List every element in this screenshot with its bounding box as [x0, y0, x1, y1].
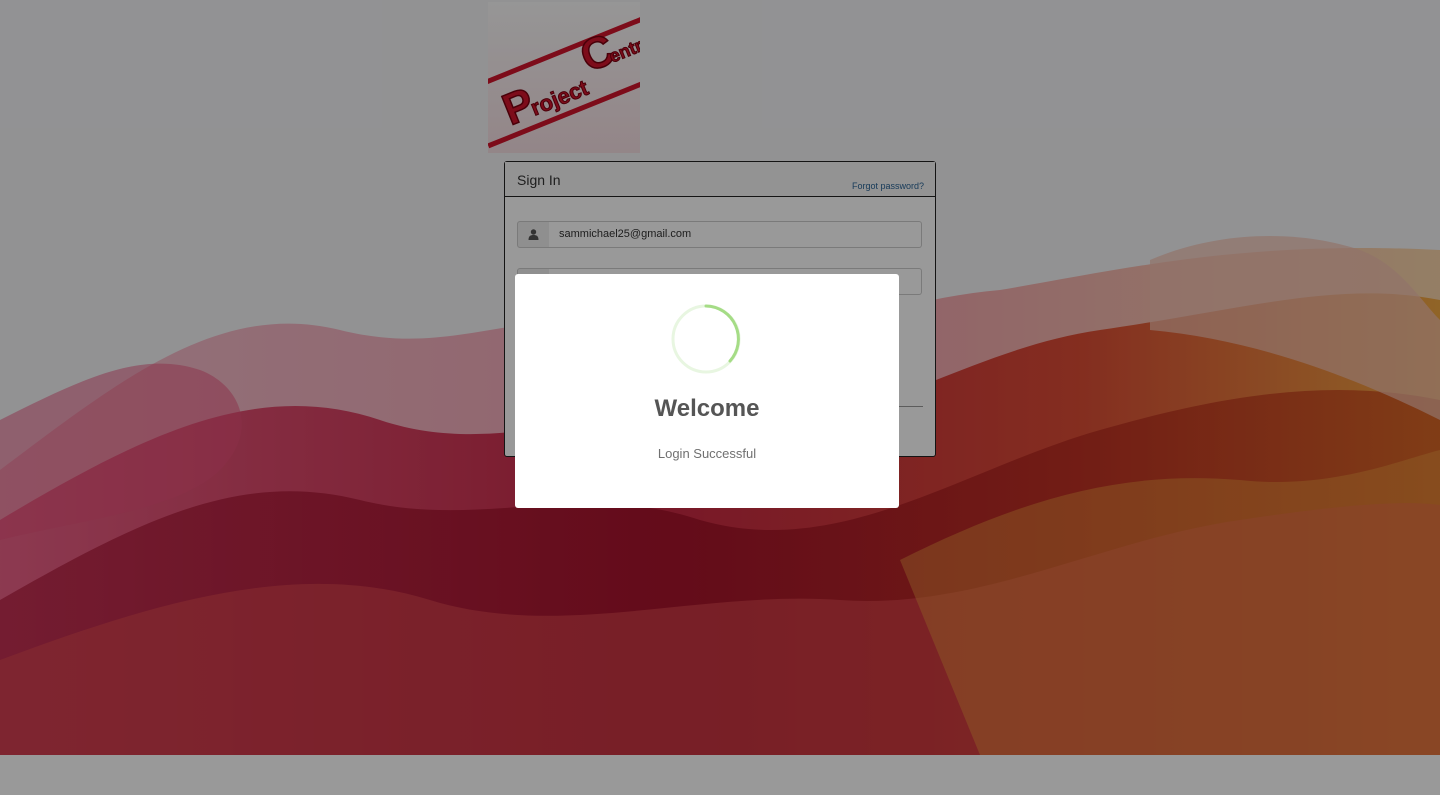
- success-modal: Welcome Login Successful: [515, 274, 899, 508]
- modal-title: Welcome: [654, 395, 760, 422]
- modal-message: Login Successful: [657, 446, 757, 461]
- loading-spinner-icon: [670, 303, 742, 375]
